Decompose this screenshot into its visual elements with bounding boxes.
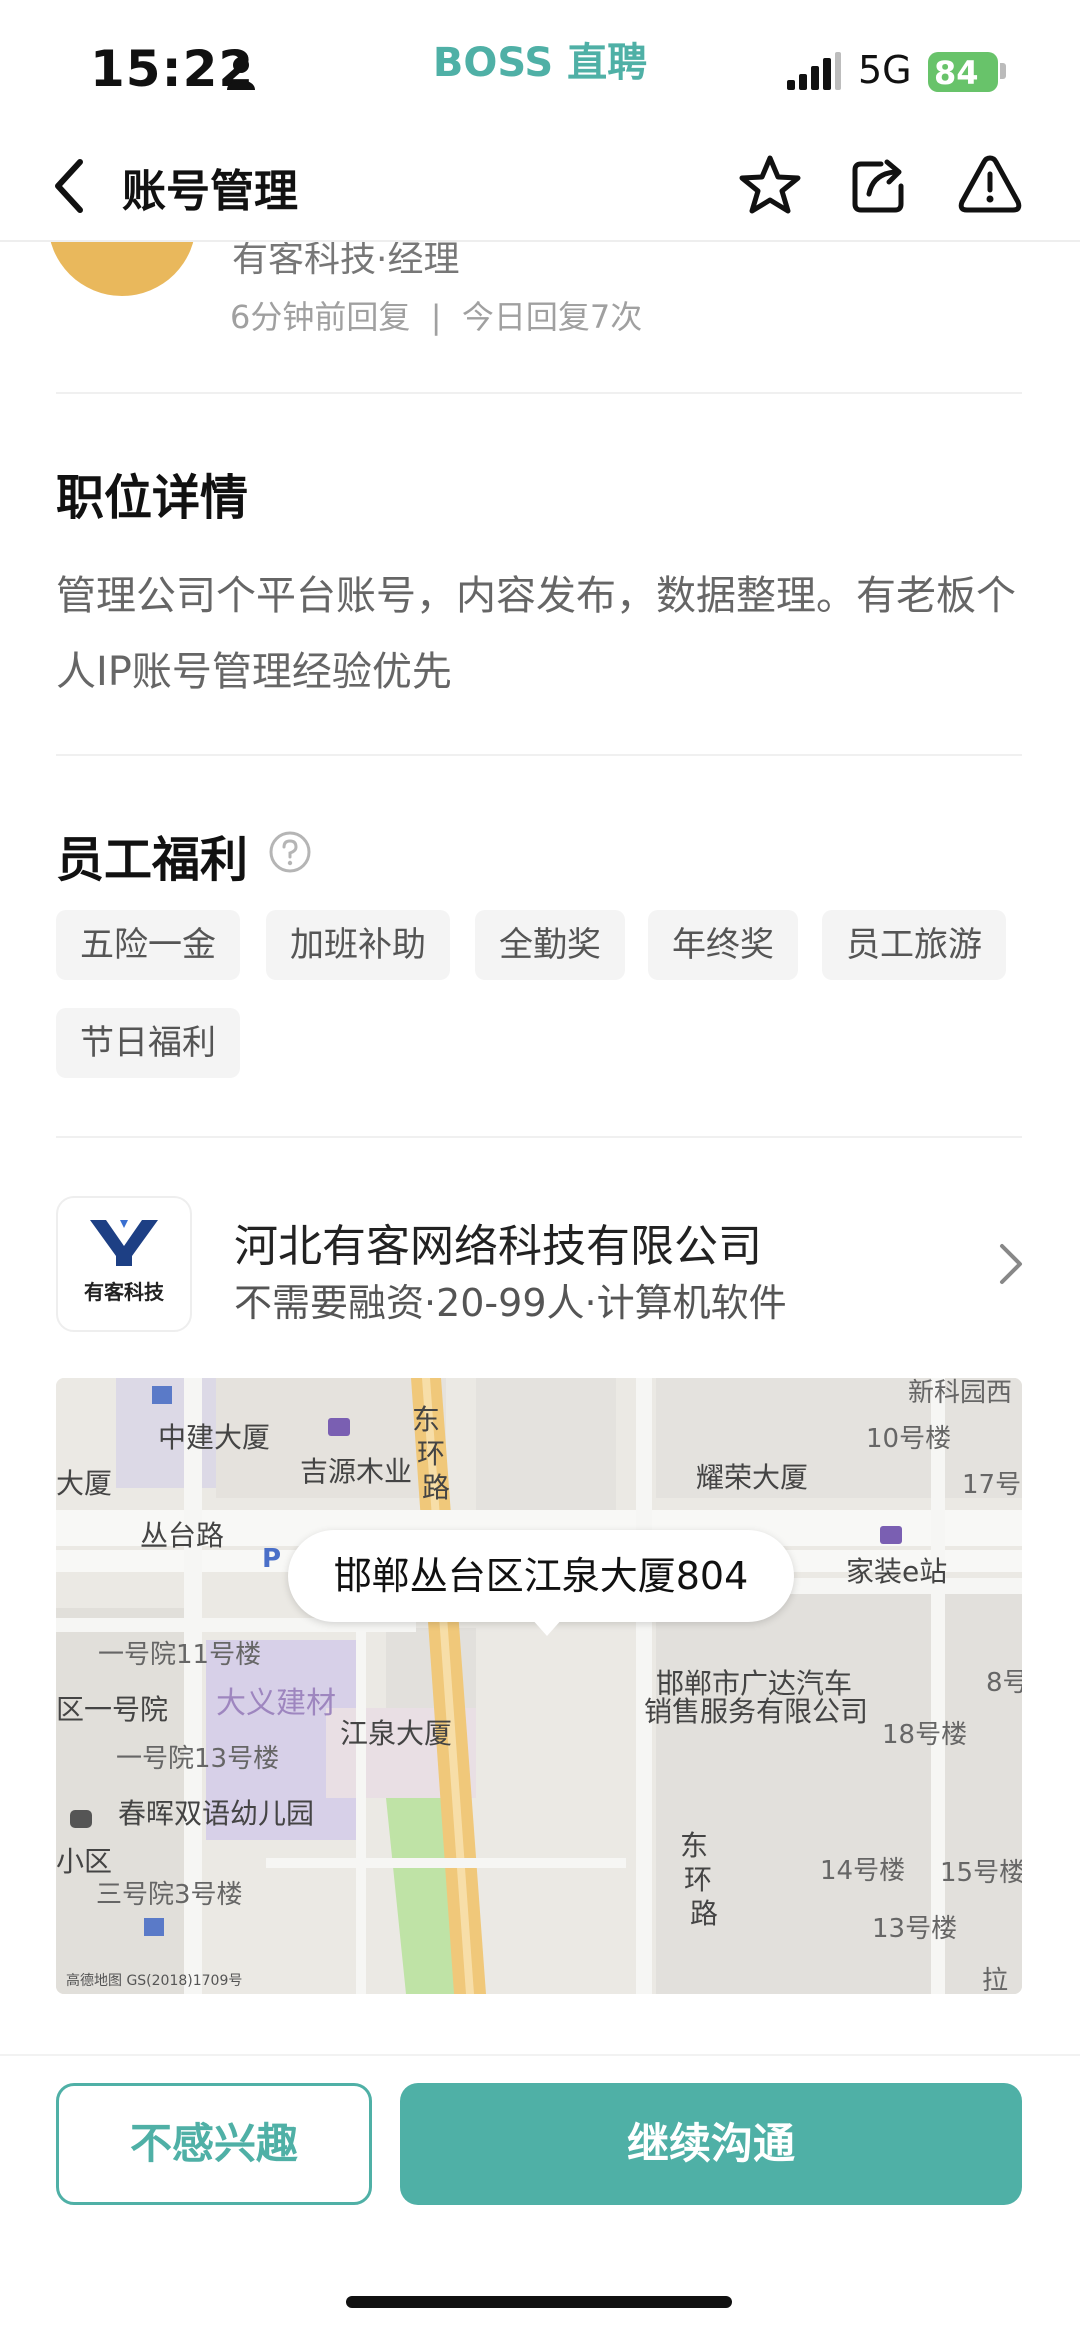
divider <box>56 754 1022 756</box>
parking-icon: P <box>262 1544 282 1574</box>
battery-icon: 84 <box>928 52 998 92</box>
map-label: 区一号院 <box>56 1693 169 1726</box>
signal-icon <box>787 52 841 90</box>
map-label: 大厦 <box>56 1467 113 1500</box>
app-brand: BOSS 直聘 <box>432 40 648 86</box>
map-label: 家装e站 <box>846 1555 948 1588</box>
map-label: 耀荣大厦 <box>696 1461 809 1494</box>
map-label: 8号 <box>986 1668 1022 1698</box>
continue-chat-button[interactable]: 继续沟通 <box>400 2083 1022 2205</box>
map-label: 14号楼 <box>820 1856 906 1886</box>
map-label: 18号楼 <box>882 1720 968 1750</box>
benefit-chip: 全勤奖 <box>475 910 625 980</box>
battery-level: 84 <box>934 54 979 92</box>
map-label: 大义建材 <box>216 1686 336 1721</box>
map-label: 一号院11号楼 <box>98 1640 262 1670</box>
battery-cap <box>1000 63 1006 79</box>
map-label: 吉源木业 <box>300 1455 413 1488</box>
network-type: 5G <box>858 48 912 92</box>
back-icon[interactable] <box>50 156 90 216</box>
map-label: 17号 <box>962 1470 1022 1500</box>
map-label: 路 <box>422 1471 451 1504</box>
map-address-callout[interactable]: 邯郸丛台区江泉大厦804 <box>288 1530 794 1622</box>
map-label: 一号院13号楼 <box>116 1744 280 1774</box>
home-indicator[interactable] <box>346 2296 732 2308</box>
map-label: 销售服务有限公司 <box>644 1695 869 1728</box>
map-label: 春晖双语幼儿园 <box>118 1797 315 1830</box>
map-label: 15号楼 <box>940 1858 1022 1888</box>
benefit-chip: 节日福利 <box>56 1008 240 1078</box>
location-map[interactable]: A 中建大厦 吉源木业 东 环 路 耀荣大厦 新科园西 10号楼 17号 家装e… <box>56 1378 1022 1994</box>
page-title: 账号管理 <box>122 166 298 217</box>
share-icon[interactable] <box>845 150 915 220</box>
chevron-right-icon[interactable] <box>996 1240 1026 1288</box>
map-label: 13号楼 <box>872 1914 958 1944</box>
divider <box>56 1136 1022 1138</box>
company-meta: 不需要融资·20-99人·计算机软件 <box>234 1281 787 1325</box>
reply-info: 6分钟前回复 | 今日回复7次 <box>230 298 643 336</box>
benefit-chip: 员工旅游 <box>822 910 1006 980</box>
status-bar: 15:22 BOSS 直聘 5G 84 <box>0 0 1080 130</box>
nav-bar: 账号管理 <box>0 130 1080 242</box>
company-name[interactable]: 河北有客网络科技有限公司 <box>234 1210 762 1274</box>
company-logo-mark-icon <box>90 1220 158 1266</box>
benefit-chip: 年终奖 <box>648 910 798 980</box>
map-label: 新科园西 <box>908 1378 1013 1408</box>
map-label: 江泉大厦 <box>340 1717 453 1750</box>
map-label: 丛台路 <box>140 1519 225 1552</box>
map-label: 路 <box>690 1897 719 1930</box>
bottom-divider <box>0 2054 1080 2056</box>
star-icon[interactable] <box>735 150 805 220</box>
map-label: 三号院3号楼 <box>96 1880 243 1910</box>
map-label: 10号楼 <box>866 1424 952 1454</box>
map-attribution: 高德地图 GS(2018)1709号 <box>66 1973 243 1989</box>
callout-tail <box>531 1618 563 1636</box>
company-logo[interactable]: 有客科技 <box>56 1196 192 1332</box>
map-label: 中建大厦 <box>158 1421 271 1454</box>
divider <box>56 392 1022 394</box>
benefit-chip: 加班补助 <box>266 910 450 980</box>
not-interested-button[interactable]: 不感兴趣 <box>56 2083 372 2205</box>
help-icon[interactable] <box>268 830 312 874</box>
map-label: 拉 <box>982 1966 1009 1994</box>
benefit-chip: 五险一金 <box>56 910 240 980</box>
benefits-heading: 员工福利 <box>56 832 249 888</box>
warning-icon[interactable] <box>955 150 1025 220</box>
job-details-heading: 职位详情 <box>56 470 249 526</box>
company-logo-text: 有客科技 <box>84 1280 164 1304</box>
job-description: 管理公司个平台账号，内容发布，数据整理。有老板个人IP账号管理经验优先 <box>56 573 1016 695</box>
